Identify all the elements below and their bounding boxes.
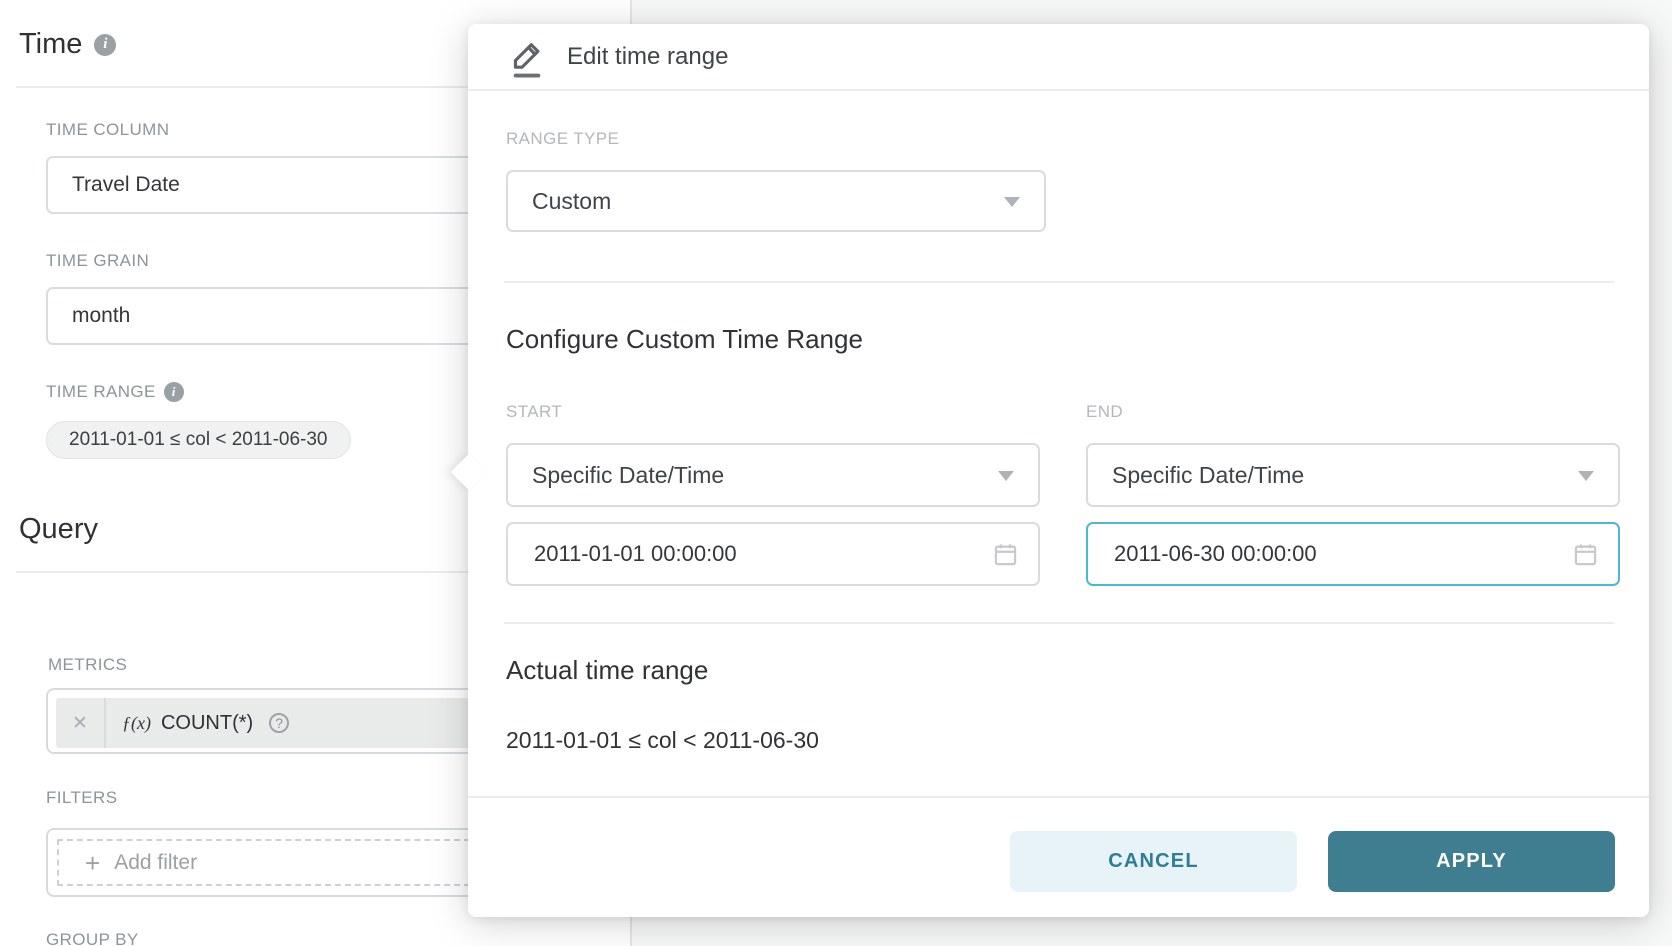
range-type-label: RANGE TYPE [506,129,619,149]
actual-time-range-title: Actual time range [506,655,708,686]
end-label: END [1086,402,1123,422]
cancel-button[interactable]: CANCEL [1010,831,1297,892]
popover-arrow [451,454,488,491]
configure-custom-title: Configure Custom Time Range [506,324,863,355]
start-label: START [506,402,562,422]
question-icon[interactable]: ? [269,713,289,733]
close-icon[interactable]: ✕ [56,698,106,748]
time-column-label: TIME COLUMN [46,120,169,140]
info-icon[interactable]: i [164,382,184,402]
time-grain-value: month [72,304,130,328]
apply-button[interactable]: APPLY [1328,831,1615,892]
start-mode-select[interactable]: Specific Date/Time [506,443,1040,507]
metric-chip-label: COUNT(*) [161,712,253,735]
explore-page: Time i TIME COLUMN Travel Date TIME GRAI… [0,0,1672,946]
time-section-title-text: Time [19,28,82,61]
query-section-title-text: Query [19,513,98,546]
info-icon[interactable]: i [94,34,116,56]
start-datetime-input[interactable] [506,522,1040,586]
end-datetime-input[interactable] [1086,522,1620,586]
chevron-down-icon [1004,197,1020,207]
time-range-pill[interactable]: 2011-01-01 ≤ col < 2011-06-30 [46,421,351,459]
time-range-label: TIME RANGE i [46,382,184,402]
metrics-label: METRICS [48,655,127,675]
chevron-down-icon [1578,471,1594,481]
divider [468,89,1649,91]
start-mode-value: Specific Date/Time [532,462,724,489]
query-section-title: Query [19,513,98,546]
plus-icon: + [85,850,100,876]
group-by-label: GROUP BY [46,930,139,946]
actual-time-range-value: 2011-01-01 ≤ col < 2011-06-30 [506,727,819,754]
divider [504,281,1614,283]
end-mode-select[interactable]: Specific Date/Time [1086,443,1620,507]
divider [468,796,1649,798]
chevron-down-icon [998,471,1014,481]
end-mode-value: Specific Date/Time [1112,462,1304,489]
range-type-select[interactable]: Custom [506,170,1046,232]
filters-label: FILTERS [46,788,117,808]
calendar-icon[interactable] [1572,541,1629,573]
time-column-value: Travel Date [72,173,180,197]
function-icon: ƒ(x) [122,713,151,734]
range-type-value: Custom [532,188,611,215]
edit-time-range-popover: Edit time range RANGE TYPE Custom Config… [468,24,1649,917]
time-grain-label: TIME GRAIN [46,251,149,271]
divider [504,622,1614,624]
time-range-pill-text: 2011-01-01 ≤ col < 2011-06-30 [69,429,328,451]
time-range-label-text: TIME RANGE [46,382,156,402]
popover-title: Edit time range [567,24,728,90]
add-filter-text: Add filter [114,851,197,875]
time-section-title: Time i [19,28,116,61]
edit-pencil-icon [508,36,546,85]
